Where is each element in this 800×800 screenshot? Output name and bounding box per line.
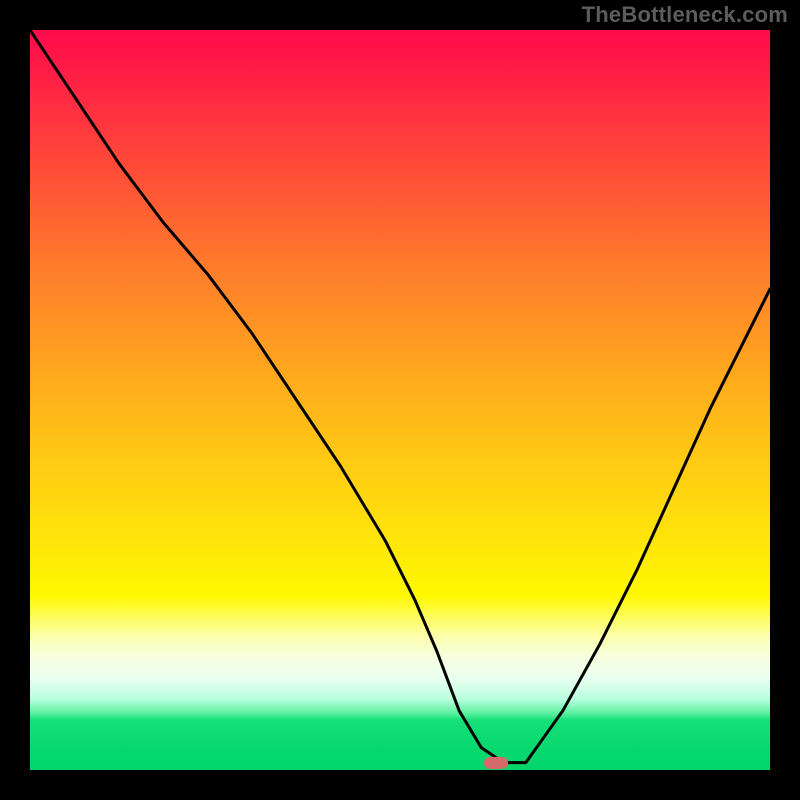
optimal-marker xyxy=(484,757,508,769)
watermark-text: TheBottleneck.com xyxy=(582,2,788,28)
chart-frame: TheBottleneck.com xyxy=(0,0,800,800)
plot-area xyxy=(30,30,770,770)
bottleneck-curve xyxy=(30,30,770,770)
